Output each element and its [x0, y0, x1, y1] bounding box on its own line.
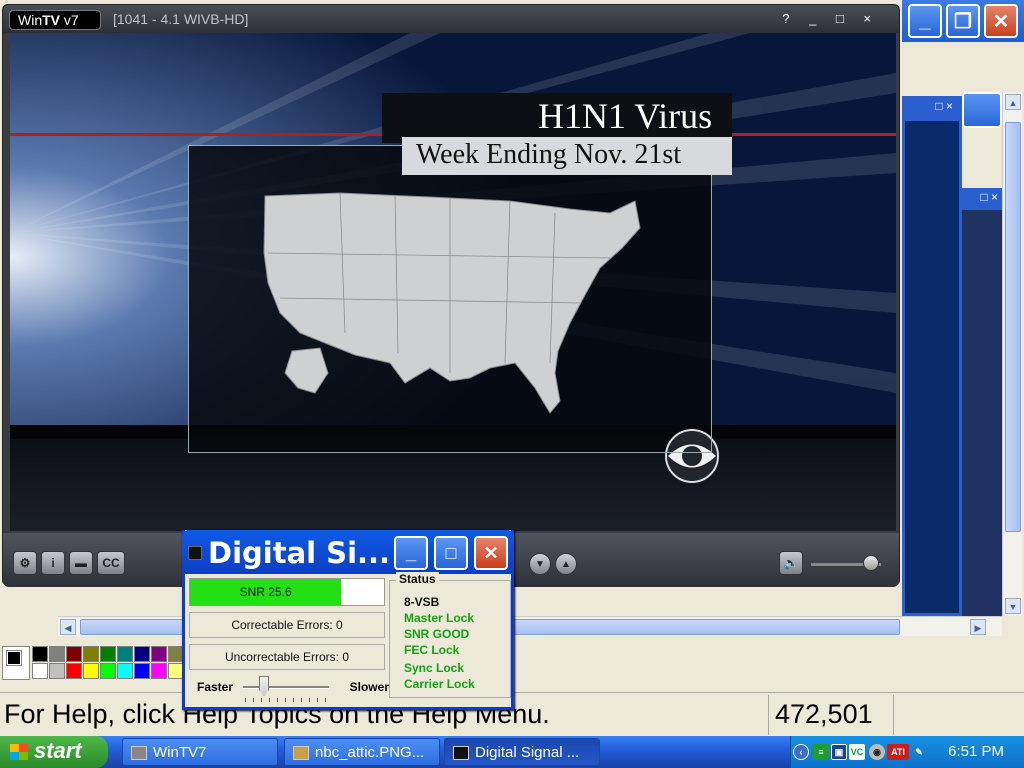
color-swatch[interactable]: [49, 663, 65, 679]
background-window: □ ×: [902, 96, 962, 616]
clock: 6:51 PM: [948, 743, 1004, 760]
status-sync-lock: Sync Lock: [404, 661, 465, 675]
ati-icon[interactable]: ATI: [887, 744, 909, 760]
color-swatch[interactable]: [49, 646, 65, 662]
signal-icon: [453, 746, 469, 760]
color-swatch[interactable]: [117, 663, 133, 679]
status-master-lock: Master Lock: [404, 611, 475, 625]
chevron-left-icon[interactable]: ‹: [793, 744, 809, 760]
paint-menu-strip: [902, 42, 1024, 92]
faster-label: Faster: [197, 680, 234, 694]
wintv-logo: WinTV v7: [9, 10, 101, 30]
current-colors[interactable]: [2, 646, 30, 680]
video-display[interactable]: H1N1 Virus Week Ending Nov. 21st: [10, 33, 896, 531]
paint-icon: [293, 746, 309, 760]
update-speed-slider: Faster Slower: [193, 676, 389, 704]
correctable-errors: Correctable Errors: 0: [189, 612, 385, 638]
color-swatch[interactable]: [134, 646, 150, 662]
color-palette: [2, 646, 202, 682]
headline: H1N1 Virus: [382, 93, 732, 143]
close-button[interactable]: ✕: [984, 4, 1018, 38]
color-swatch[interactable]: [151, 646, 167, 662]
window-title: Digital Si...: [208, 536, 391, 570]
minimize-button[interactable]: _: [908, 4, 942, 38]
taskbar-item-paint[interactable]: nbc_attic.PNG...: [284, 738, 440, 766]
wintv-window-controls[interactable]: ? _ □ ×: [782, 11, 879, 26]
status-snr-good: SNR GOOD: [404, 627, 470, 641]
status-8vsb: 8-VSB: [404, 595, 440, 609]
channel-up-button[interactable]: ▲: [555, 553, 577, 575]
color-swatch[interactable]: [117, 646, 133, 662]
subheadline: Week Ending Nov. 21st: [402, 137, 732, 175]
desktop: _ ❐ ✕ □ × □ × ▲ ▼ ◀ ▶ For Help, click He…: [0, 0, 1024, 768]
scroll-right-arrow[interactable]: ▶: [970, 619, 986, 635]
color-swatch[interactable]: [83, 663, 99, 679]
wintv-titlebar[interactable]: WinTV v7 [1041 - 4.1 WIVB-HD] ? _ □ ×: [3, 5, 899, 33]
snr-bar: SNR 25.6: [190, 579, 342, 605]
channel-down-button[interactable]: ▼: [529, 553, 551, 575]
uncorrectable-errors: Uncorrectable Errors: 0: [189, 644, 385, 670]
minimize-button[interactable]: _: [394, 536, 428, 570]
color-swatch[interactable]: [83, 646, 99, 662]
minimize-button[interactable]: [962, 92, 1002, 128]
status-group: Status 8-VSB Master Lock SNR GOOD FEC Lo…: [389, 572, 511, 698]
color-swatch[interactable]: [100, 663, 116, 679]
scroll-thumb[interactable]: [1005, 122, 1021, 532]
speed-ticks: [245, 698, 329, 702]
vertical-scrollbar[interactable]: ▲ ▼: [1002, 92, 1022, 616]
status-fec-lock: FEC Lock: [404, 643, 460, 657]
speed-slider-knob[interactable]: [259, 676, 269, 696]
snr-meter: SNR 25.6: [189, 578, 385, 606]
speaker-icon[interactable]: 🔈: [779, 551, 803, 575]
paint-title-buttons: _ ❐ ✕: [902, 0, 1024, 42]
info-button[interactable]: i: [41, 551, 65, 575]
background-window: □ ×: [962, 188, 1002, 618]
speaker-icon[interactable]: ◉: [869, 744, 885, 760]
status-title: Status: [396, 572, 439, 586]
background-window-controls[interactable]: □ ×: [980, 190, 998, 204]
cursor-coordinates: 472,501: [768, 695, 894, 735]
color-swatch[interactable]: [151, 663, 167, 679]
start-button[interactable]: start: [0, 736, 108, 768]
color-swatches: [32, 646, 184, 679]
maximize-button[interactable]: □: [434, 536, 468, 570]
close-button[interactable]: ✕: [474, 536, 508, 570]
folder-icon[interactable]: ▬: [69, 551, 93, 575]
color-swatch[interactable]: [134, 663, 150, 679]
color-swatch[interactable]: [100, 646, 116, 662]
speed-slider-track[interactable]: [243, 686, 329, 689]
color-swatch[interactable]: [66, 646, 82, 662]
network-icon[interactable]: ≡: [813, 744, 829, 760]
display-icon[interactable]: ▣: [831, 744, 847, 760]
system-tray: ‹ ≡ ▣ VC ◉ ATI ✎ 6:51 PM: [790, 736, 1024, 768]
color-swatch[interactable]: [66, 663, 82, 679]
taskbar: start WinTV7 nbc_attic.PNG... Digital Si…: [0, 736, 1024, 768]
volume-slider-knob[interactable]: [862, 555, 879, 571]
status-carrier-lock: Carrier Lock: [404, 677, 475, 691]
map-frame: [188, 145, 712, 453]
closed-caption-button[interactable]: CC: [97, 551, 125, 575]
color-swatch[interactable]: [32, 663, 48, 679]
scroll-left-arrow[interactable]: ◀: [60, 619, 76, 635]
foreground-color: [6, 650, 22, 666]
background-window-controls[interactable]: □ ×: [905, 99, 959, 121]
wintv-window: WinTV v7 [1041 - 4.1 WIVB-HD] ? _ □ × H1…: [2, 4, 900, 587]
taskbar-item-digital-signal[interactable]: Digital Signal ...: [444, 738, 600, 766]
restore-button[interactable]: ❐: [946, 4, 980, 38]
wrench-icon[interactable]: ✎: [911, 744, 927, 760]
monitor-icon: [131, 746, 147, 760]
windows-flag-icon: [10, 744, 28, 760]
digital-signal-titlebar[interactable]: Digital Si... _ □ ✕: [182, 530, 514, 574]
channel-info: [1041 - 4.1 WIVB-HD]: [113, 11, 249, 27]
scroll-up-arrow[interactable]: ▲: [1005, 94, 1021, 110]
app-icon: [188, 546, 202, 560]
taskbar-item-wintv[interactable]: WinTV7: [122, 738, 278, 766]
color-swatch[interactable]: [32, 646, 48, 662]
scroll-down-arrow[interactable]: ▼: [1005, 598, 1021, 614]
vc-icon[interactable]: VC: [849, 744, 865, 760]
slower-label: Slower: [349, 680, 389, 694]
digital-signal-window: Digital Si... _ □ ✕ SNR 25.6 Correctable…: [182, 530, 514, 710]
gear-icon[interactable]: ⚙: [13, 551, 37, 575]
